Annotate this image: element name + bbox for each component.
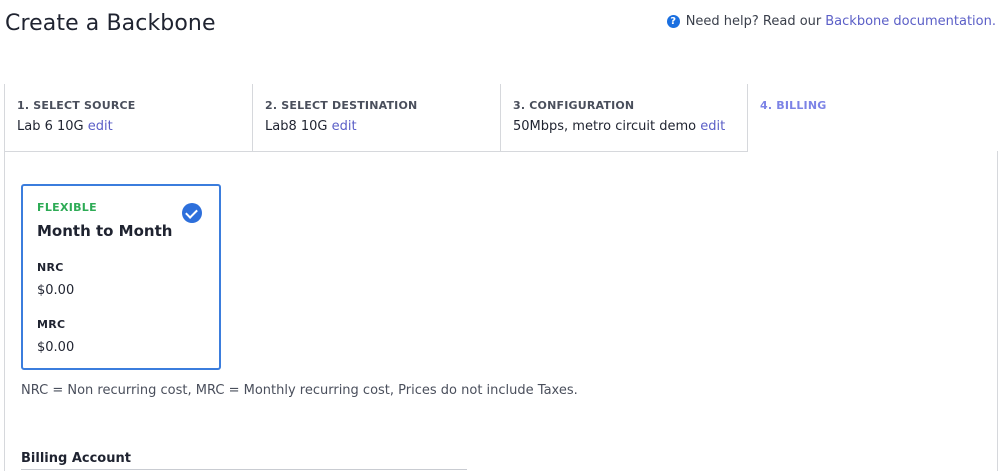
edit-source-link[interactable]: edit xyxy=(88,119,113,134)
step-label: 2. SELECT DESTINATION xyxy=(265,99,418,112)
help-text: ? Need help? Read our Backbone documenta… xyxy=(666,14,996,29)
question-circle-icon: ? xyxy=(666,15,680,28)
edit-configuration-link[interactable]: edit xyxy=(700,119,725,134)
step-value: Lab 6 10G edit xyxy=(17,119,252,134)
destination-value: Lab8 10G xyxy=(265,119,328,134)
configuration-value: 50Mbps, metro circuit demo xyxy=(513,119,697,134)
step-value: Lab8 10G edit xyxy=(265,119,500,134)
stepper: 1. SELECT SOURCE Lab 6 10G edit 2. SELEC… xyxy=(4,84,998,152)
mrc-value: $0.00 xyxy=(37,340,75,355)
step-label: 4. BILLING xyxy=(760,99,827,112)
step-label: 1. SELECT SOURCE xyxy=(17,99,136,112)
step-value: 50Mbps, metro circuit demo edit xyxy=(513,119,747,134)
backbone-documentation-link[interactable]: Backbone documentation. xyxy=(825,14,996,29)
source-value: Lab 6 10G xyxy=(17,119,84,134)
edit-destination-link[interactable]: edit xyxy=(332,119,357,134)
billing-account-label: Billing Account xyxy=(21,451,131,466)
page-title: Create a Backbone xyxy=(5,11,216,36)
pricing-note: NRC = Non recurring cost, MRC = Monthly … xyxy=(21,383,578,398)
help-prefix: Need help? Read our xyxy=(685,14,822,29)
step-billing: 4. BILLING xyxy=(748,84,998,152)
nrc-label: NRC xyxy=(37,261,64,274)
check-circle-icon xyxy=(182,203,202,223)
nrc-value: $0.00 xyxy=(37,283,75,298)
step-label: 3. CONFIGURATION xyxy=(513,99,635,112)
mrc-label: MRC xyxy=(37,318,66,331)
plan-name: Month to Month xyxy=(37,222,173,240)
step-select-destination: 2. SELECT DESTINATION Lab8 10G edit xyxy=(252,84,501,152)
step-configuration: 3. CONFIGURATION 50Mbps, metro circuit d… xyxy=(500,84,748,152)
plan-card-month-to-month[interactable]: FLEXIBLE Month to Month NRC $0.00 MRC $0… xyxy=(21,184,221,370)
step-select-source: 1. SELECT SOURCE Lab 6 10G edit xyxy=(4,84,253,152)
